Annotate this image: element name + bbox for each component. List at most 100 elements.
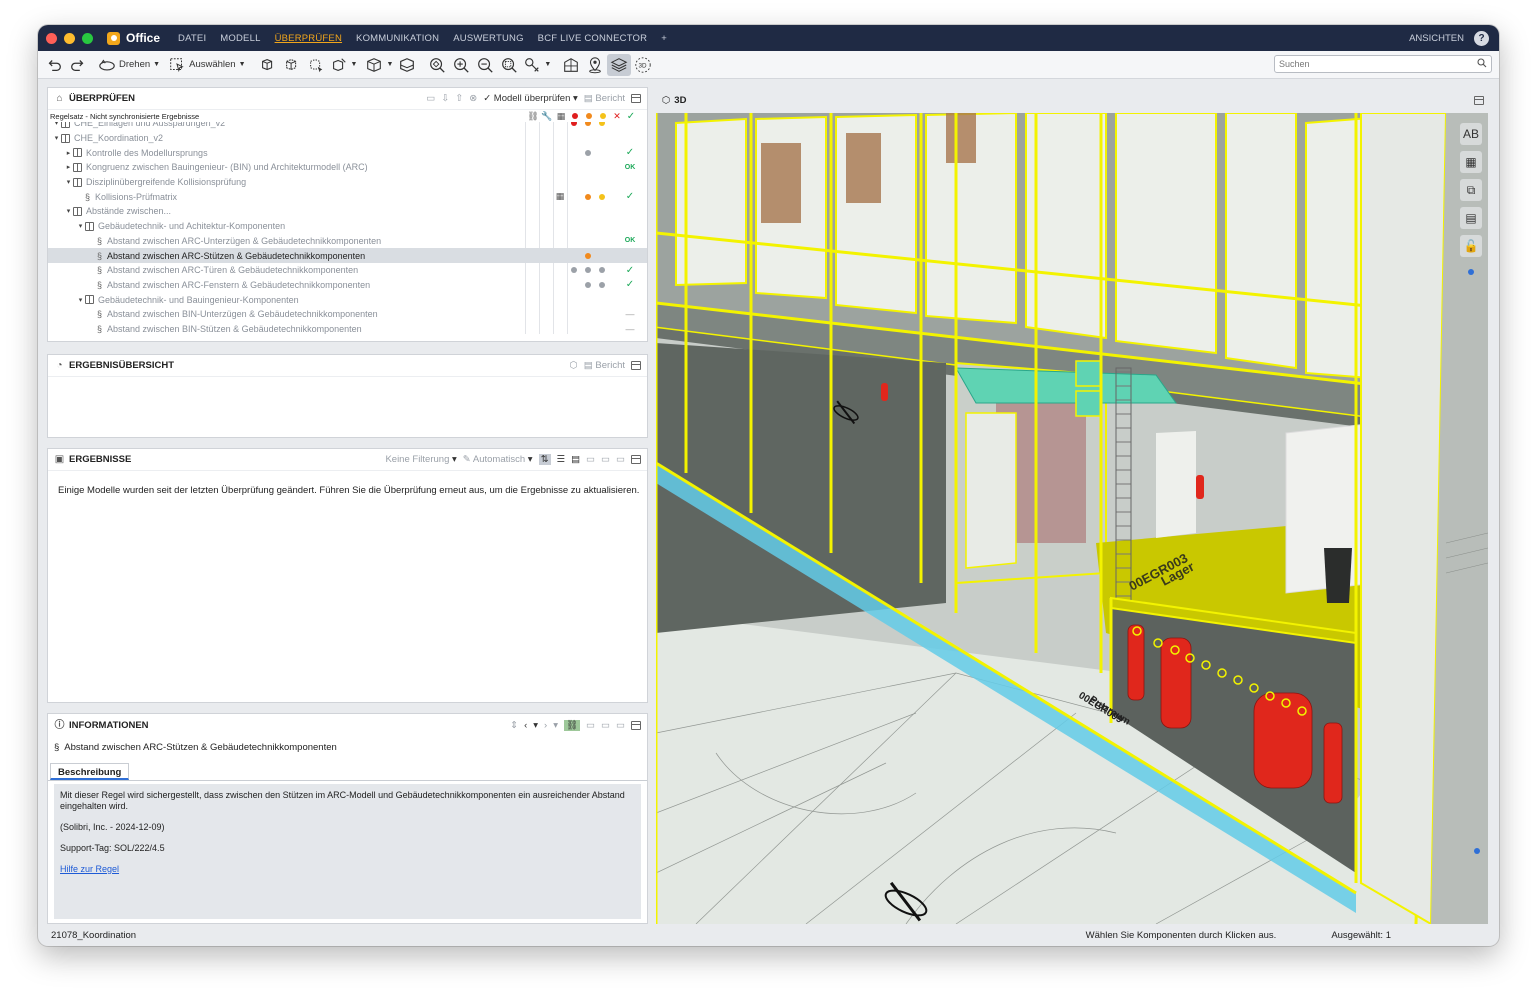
rule-tree-row[interactable]: § Abstand zwischen ARC-Türen & Gebäudetec…	[48, 263, 647, 278]
rule-tree-row[interactable]: ▾ CHE_Einlagen und Aussparungen_v2	[48, 122, 647, 131]
filter-dropdown[interactable]: Keine Filterung ▾	[385, 454, 456, 465]
rule-tree-row[interactable]: ▾ Abstände zwischen...	[48, 204, 647, 219]
menu-item-0[interactable]: DATEI	[178, 33, 206, 44]
menu-item-2[interactable]: ÜBERPRÜFEN	[275, 33, 342, 44]
slider-handle-bottom[interactable]	[1474, 848, 1480, 854]
rule-tree-row[interactable]: ▾ Disziplinübergreifende Kollisionsprüfun…	[48, 175, 647, 190]
menu-item-4[interactable]: AUSWERTUNG	[453, 33, 523, 44]
views-menu[interactable]: ANSICHTEN	[1409, 33, 1464, 44]
table-icon[interactable]: ▦	[554, 109, 568, 123]
expand-toggle-icon[interactable]: ▾	[76, 222, 85, 230]
list-view-icon[interactable]: ☰	[557, 454, 566, 465]
expand-toggle-icon[interactable]: ▾	[52, 134, 61, 142]
grouped-view-icon[interactable]: ▤	[571, 454, 580, 465]
back-icon[interactable]: ‹	[524, 720, 527, 731]
menu-item-3[interactable]: KOMMUNIKATION	[356, 33, 439, 44]
search-input[interactable]: Suchen	[1274, 55, 1492, 73]
menu-item-1[interactable]: MODELL	[220, 33, 260, 44]
forward-icon[interactable]: ›	[544, 720, 547, 731]
isolate-button[interactable]	[304, 54, 328, 76]
model-box-button[interactable]	[395, 54, 419, 76]
rule-tree-row[interactable]: ▸ Kongruenz zwischen Bauingenieur- (BIN) …	[48, 160, 647, 175]
rule-tree-row[interactable]: § Kollisions-Prüfmatrix ▦ ✓	[48, 189, 647, 204]
sort-icon[interactable]: ⇕	[510, 720, 518, 731]
report-button[interactable]: ▤ Bericht	[584, 93, 625, 104]
maximize-overview-icon[interactable]	[631, 361, 641, 370]
rule-tree-row[interactable]: § Abstand zwischen ARC-Unterzügen & Gebäu…	[48, 234, 647, 249]
zoom-out-button[interactable]	[473, 54, 497, 76]
minimize-window-button[interactable]	[64, 32, 75, 44]
select-dropdown-icon[interactable]: ▼	[239, 61, 246, 68]
rule-tree-row[interactable]: ▾ Gebäudetechnik- und Bauingenieur-Kompon…	[48, 292, 647, 307]
cancel-icon[interactable]: ⊗	[469, 93, 477, 104]
severity-low-icon[interactable]	[596, 109, 610, 123]
show-all-button[interactable]	[256, 54, 280, 76]
matrix-table-icon[interactable]: ▦	[553, 190, 567, 204]
rule-tree-row[interactable]: § Abstand zwischen ARC-Stützen & Gebäudet…	[48, 248, 647, 263]
box-view-button[interactable]: ▼	[363, 54, 395, 76]
info-slide-add-icon[interactable]: ▭	[586, 720, 595, 731]
rule-tree-row[interactable]: ▸ Kontrolle des Modellursprungs ✓	[48, 145, 647, 160]
rotate-tool-button[interactable]: Drehen ▼	[96, 54, 162, 76]
cube-icon[interactable]: ⬡	[570, 360, 578, 371]
info-slide-save-icon[interactable]: ▭	[616, 720, 625, 731]
menu-item-5[interactable]: BCF LIVE CONNECTOR	[538, 33, 648, 44]
maximize-results-icon[interactable]	[631, 455, 641, 464]
rule-tree-row[interactable]: § Abstand zwischen BIN-Unterzügen & Gebäu…	[48, 307, 647, 322]
menu-item-6[interactable]: +	[661, 33, 667, 44]
rule-tree-row[interactable]: § Abstand zwischen BIN-Stützen & Gebäudet…	[48, 322, 647, 334]
redo-button[interactable]	[66, 54, 90, 76]
rotate-dropdown-icon[interactable]: ▼	[153, 61, 160, 68]
maximize-3d-icon[interactable]	[1474, 95, 1484, 105]
check-model-button[interactable]: ✓ Modell überprüfen ▾	[483, 93, 578, 104]
rejected-icon[interactable]: ✕	[610, 109, 624, 123]
section-view-button[interactable]	[559, 54, 583, 76]
tree-view-icon[interactable]: ⇅	[538, 454, 551, 465]
slider-handle-top[interactable]	[1468, 269, 1474, 275]
info-slide-clip-icon[interactable]: ▭	[601, 720, 610, 731]
slide-clip-icon[interactable]: ▭	[601, 454, 610, 465]
layers-button[interactable]	[607, 53, 632, 76]
overview-report-button[interactable]: ▤ Bericht	[584, 360, 625, 371]
view-3d-canvas[interactable]: Lager 00EGR003 Putzraum 00EGR009 AB ▦ ⧉ …	[656, 113, 1488, 924]
document-tool-button[interactable]: ▤	[1460, 207, 1482, 229]
accepted-icon[interactable]: ✓	[624, 109, 638, 123]
expand-toggle-icon[interactable]: ▸	[64, 163, 73, 171]
zoom-window-button[interactable]	[82, 32, 93, 44]
expand-toggle-icon[interactable]: ▾	[76, 296, 85, 304]
expand-toggle-icon[interactable]: ▾	[64, 207, 73, 215]
zoom-in-button[interactable]	[449, 54, 473, 76]
rule-tree-row[interactable]: § Abstand zwischen ARC-Fenstern & Gebäude…	[48, 278, 647, 293]
undo-button[interactable]	[42, 54, 66, 76]
export-icon[interactable]: ⇧	[455, 93, 463, 104]
text-tool-button[interactable]: AB	[1460, 123, 1482, 145]
wrench-icon[interactable]: 🔧	[540, 109, 554, 123]
grid-tool-button[interactable]: ▦	[1460, 151, 1482, 173]
threed-mode-button[interactable]: 3D	[631, 54, 655, 76]
back-dropdown-icon[interactable]: ▾	[533, 720, 538, 731]
select-tool-button[interactable]: Auswählen ▼	[166, 54, 247, 76]
auto-dropdown[interactable]: ✎ Automatisch ▾	[463, 454, 533, 465]
help-button[interactable]: ?	[1474, 30, 1489, 46]
location-button[interactable]	[583, 54, 607, 76]
lock-tool-button[interactable]: 🔓	[1460, 235, 1482, 257]
zoom-selection-button[interactable]	[497, 54, 521, 76]
hide-button[interactable]	[280, 54, 304, 76]
folder-icon[interactable]: ▭	[426, 93, 435, 104]
help-link[interactable]: Hilfe zur Regel	[60, 864, 119, 874]
slide-save-icon[interactable]: ▭	[616, 454, 625, 465]
link-toggle-icon[interactable]: ⛓	[563, 719, 581, 731]
link-icon[interactable]: ⛓	[526, 109, 540, 123]
rule-tree-row[interactable]: ▾ Gebäudetechnik- und Achitektur-Komponen…	[48, 219, 647, 234]
severity-moderate-icon[interactable]	[582, 109, 596, 123]
expand-toggle-icon[interactable]: ▾	[64, 178, 73, 186]
close-window-button[interactable]	[46, 32, 57, 44]
maximize-info-icon[interactable]	[631, 720, 641, 730]
pick-tool-button[interactable]: ▼	[521, 54, 553, 76]
visibility-dropdown-button[interactable]: ▼	[328, 54, 360, 76]
forward-dropdown-icon[interactable]: ▾	[553, 720, 558, 731]
tab-description[interactable]: Beschreibung	[50, 763, 130, 780]
rule-tree-row[interactable]: ▾ CHE_Koordination_v2	[48, 131, 647, 146]
slide-add-icon[interactable]: ▭	[586, 454, 595, 465]
maximize-panel-icon[interactable]	[631, 94, 641, 103]
